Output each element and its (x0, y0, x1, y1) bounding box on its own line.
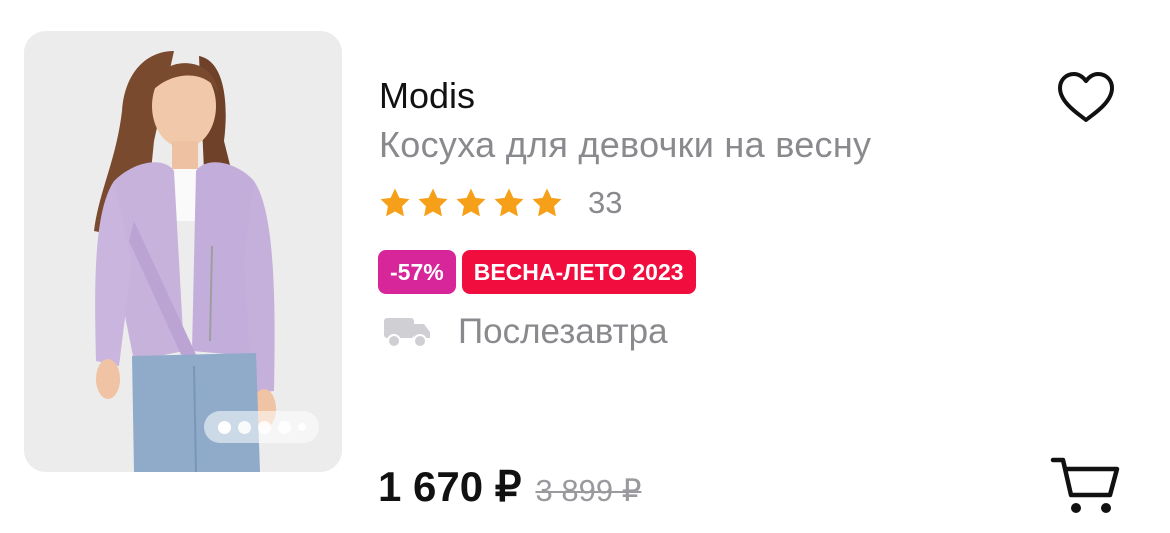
rating-count: 33 (588, 185, 623, 220)
image-pagination[interactable] (204, 411, 319, 443)
star-icon (532, 188, 562, 217)
product-photo (24, 31, 342, 472)
star-icon (380, 188, 410, 217)
current-price: 1 670 ₽ (378, 463, 522, 510)
pagination-dot[interactable] (297, 423, 306, 431)
badges: -57% ВЕСНА-ЛЕТО 2023 (378, 250, 696, 294)
pagination-dot[interactable] (237, 420, 251, 434)
rating-stars (378, 186, 564, 220)
brand-name[interactable]: Modis (379, 75, 475, 117)
season-badge: ВЕСНА-ЛЕТО 2023 (461, 250, 696, 294)
cart-icon[interactable] (1050, 455, 1122, 517)
pagination-dot[interactable] (257, 420, 271, 434)
truck-icon (384, 318, 430, 348)
star-icon (418, 188, 448, 217)
pagination-dot[interactable] (217, 420, 231, 434)
star-icon (494, 188, 524, 217)
product-title[interactable]: Косуха для девочки на весну (379, 124, 871, 166)
product-image[interactable] (24, 31, 342, 472)
star-icon (456, 188, 486, 217)
heart-outline-icon[interactable] (1056, 70, 1116, 126)
pagination-dot[interactable] (277, 420, 291, 434)
price-block: 1 670 ₽ 3 899 ₽ (378, 462, 641, 511)
discount-badge: -57% (378, 250, 456, 294)
rating[interactable]: 33 (378, 182, 622, 224)
old-price: 3 899 ₽ (535, 473, 642, 508)
delivery-date: Послезавтра (458, 312, 668, 351)
delivery-info: Послезавтра (382, 310, 668, 354)
